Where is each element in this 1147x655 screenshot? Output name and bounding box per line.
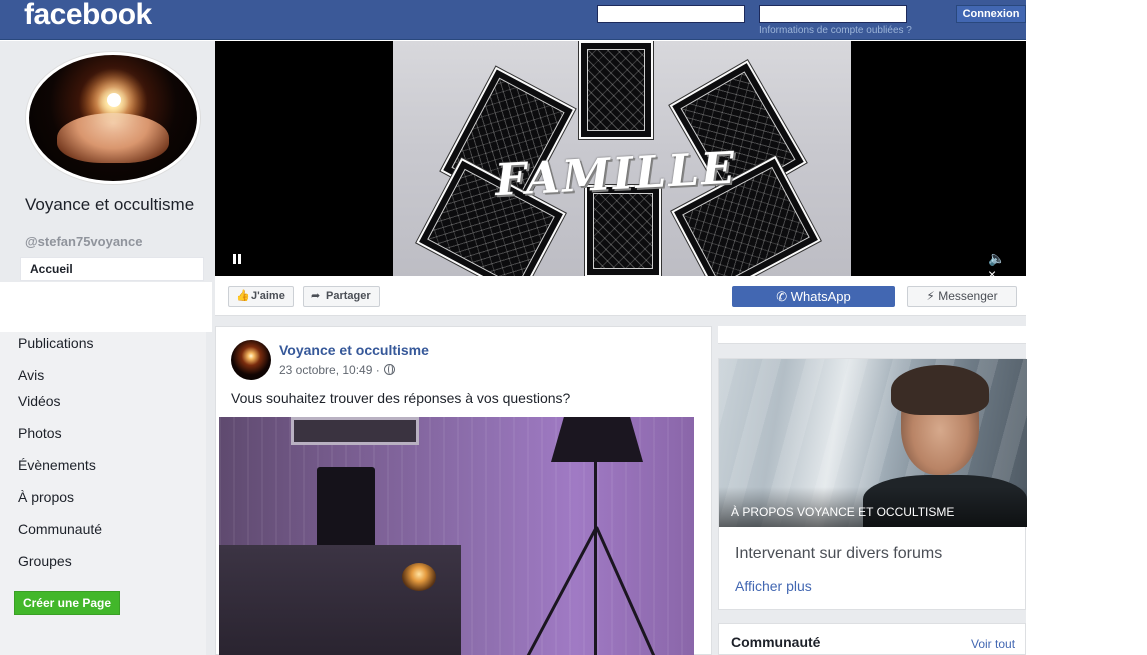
post-video[interactable] bbox=[219, 417, 694, 655]
lamp-stand bbox=[594, 461, 597, 655]
share-button[interactable]: ➦ Partager bbox=[303, 286, 380, 307]
post-timestamp[interactable]: 23 octobre, 10:49 · bbox=[279, 363, 395, 377]
pause-icon[interactable] bbox=[232, 254, 242, 264]
light-flare bbox=[107, 93, 121, 107]
messenger-label: Messenger bbox=[938, 289, 998, 303]
community-title: Communauté bbox=[731, 634, 821, 650]
candle bbox=[402, 563, 436, 591]
about-card: À PROPOS VOYANCE ET OCCULTISME Intervena… bbox=[718, 358, 1027, 610]
post-text: Vous souhaitez trouver des réponses à vo… bbox=[231, 390, 571, 406]
nav-communaute[interactable]: Communauté bbox=[18, 521, 102, 537]
person-hair bbox=[891, 365, 989, 415]
post-author-avatar[interactable] bbox=[231, 340, 271, 380]
about-photo[interactable]: À PROPOS VOYANCE ET OCCULTISME bbox=[719, 359, 1027, 527]
globe-icon bbox=[383, 364, 395, 375]
whatsapp-icon: ✆ bbox=[776, 289, 788, 304]
nav-accueil[interactable]: Accueil bbox=[20, 257, 204, 281]
left-column-spacer bbox=[0, 282, 212, 332]
facebook-logo[interactable]: facebook bbox=[24, 0, 152, 32]
see-all-link[interactable]: Voir tout bbox=[971, 637, 1015, 651]
whatsapp-button[interactable]: ✆ WhatsApp bbox=[732, 286, 895, 307]
email-field[interactable] bbox=[597, 5, 745, 23]
hands-image bbox=[57, 113, 169, 163]
login-button[interactable]: Connexion bbox=[956, 5, 1026, 23]
share-arrow-icon: ➦ bbox=[311, 290, 321, 302]
like-label: J'aime bbox=[251, 290, 285, 302]
nav-groupes[interactable]: Groupes bbox=[18, 553, 72, 569]
nav-avis[interactable]: Avis bbox=[18, 367, 44, 383]
share-label: Partager bbox=[326, 290, 371, 302]
post-author[interactable]: Voyance et occultisme bbox=[279, 342, 429, 358]
nav-publications[interactable]: Publications bbox=[18, 335, 94, 351]
page-action-bar: 👍 J'aime ➦ Partager bbox=[215, 276, 1026, 316]
table bbox=[219, 545, 461, 655]
nav-a-propos[interactable]: À propos bbox=[18, 489, 74, 505]
post-card: Voyance et occultisme 23 octobre, 10:49 … bbox=[219, 334, 694, 655]
tarot-card bbox=[579, 41, 653, 139]
create-page-button[interactable]: Créer une Page bbox=[14, 591, 120, 615]
messenger-icon: ⚡ bbox=[926, 289, 935, 303]
lampshade bbox=[551, 417, 643, 462]
post-date-text: 23 octobre, 10:49 · bbox=[279, 363, 380, 377]
cover-video[interactable]: FAMILLE 🔈× bbox=[215, 41, 1026, 276]
page-handle[interactable]: @stefan75voyance bbox=[25, 234, 142, 249]
like-button[interactable]: 👍 J'aime bbox=[228, 286, 294, 307]
whatsapp-label: WhatsApp bbox=[790, 289, 851, 304]
nav-photos[interactable]: Photos bbox=[18, 425, 62, 441]
profile-picture[interactable] bbox=[26, 52, 200, 184]
forgot-account-link[interactable]: Informations de compte oubliées ? bbox=[759, 25, 912, 36]
wall-frame bbox=[291, 417, 419, 445]
password-field[interactable] bbox=[759, 5, 907, 23]
about-description: Intervenant sur divers forums bbox=[735, 545, 943, 562]
nav-evenements[interactable]: Évènements bbox=[18, 457, 96, 473]
volume-muted-icon[interactable]: 🔈× bbox=[988, 250, 1012, 276]
right-top-card bbox=[718, 326, 1026, 344]
nav-videos[interactable]: Vidéos bbox=[18, 393, 61, 409]
about-title: À PROPOS VOYANCE ET OCCULTISME bbox=[731, 505, 955, 519]
page-name[interactable]: Voyance et occultisme bbox=[25, 195, 195, 214]
community-card: Communauté Voir tout bbox=[718, 623, 1026, 655]
messenger-button[interactable]: ⚡ Messenger bbox=[907, 286, 1017, 307]
thumbs-up-icon: 👍 bbox=[236, 290, 250, 302]
show-more-link[interactable]: Afficher plus bbox=[735, 578, 812, 594]
